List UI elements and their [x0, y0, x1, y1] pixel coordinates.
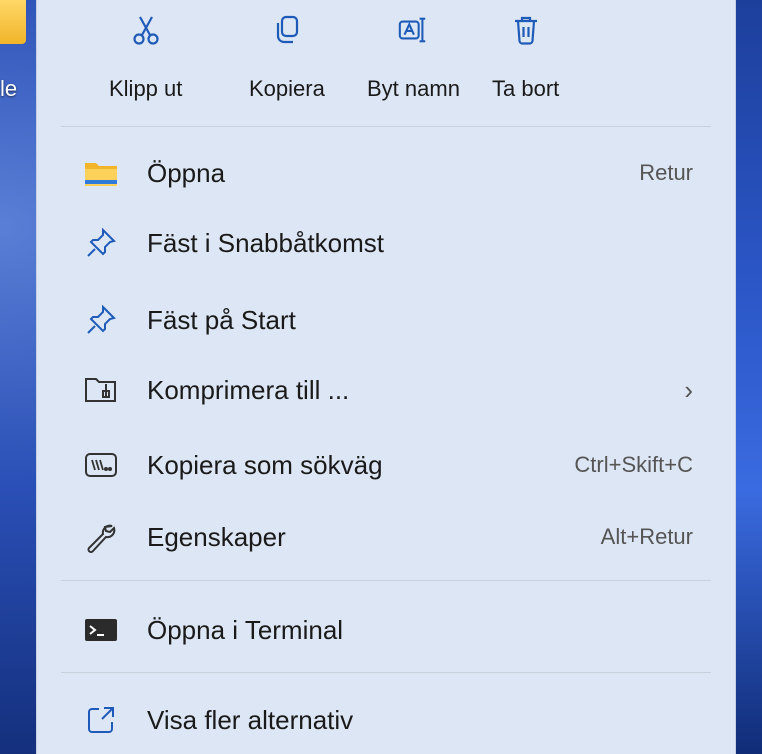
desktop-wallpaper: [736, 0, 762, 754]
divider: [61, 580, 711, 581]
copy-label: Kopiera: [249, 76, 325, 101]
chevron-right-icon: ›: [684, 374, 693, 405]
menu-item-label: Komprimera till ...: [147, 374, 350, 405]
desktop-folder-icon[interactable]: [0, 0, 26, 44]
menu-item-compress[interactable]: Komprimera till ... ›: [61, 360, 711, 420]
wrench-icon: [81, 517, 121, 557]
rename-button[interactable]: Byt namn: [367, 14, 460, 102]
copy-button[interactable]: Kopiera: [249, 14, 325, 102]
cut-label: Klipp ut: [109, 76, 183, 101]
context-menu: Klipp ut Kopiera Byt namn Ta bort Öppna …: [36, 0, 736, 754]
delete-button[interactable]: Ta bort: [492, 14, 559, 102]
menu-item-open[interactable]: Öppna Retur: [61, 143, 711, 203]
trash-icon: [510, 14, 542, 46]
cut-button[interactable]: Klipp ut: [109, 14, 182, 102]
path-icon: [81, 445, 121, 485]
delete-label: Ta bort: [492, 76, 560, 101]
menu-item-label: Fäst i Snabbåtkomst: [147, 227, 384, 258]
folder-icon: [81, 153, 121, 193]
menu-item-pin-quick-access[interactable]: Fäst i Snabbåtkomst: [61, 213, 711, 273]
divider: [61, 672, 711, 673]
menu-item-shortcut: Ctrl+Skift+C: [574, 452, 693, 477]
desktop-item-label[interactable]: le: [0, 76, 17, 102]
rename-label: Byt namn: [367, 76, 460, 101]
rename-icon: [397, 14, 429, 46]
copy-icon: [271, 14, 303, 46]
divider: [61, 126, 711, 127]
more-options-icon: [81, 700, 121, 740]
menu-item-label: Visa fler alternativ: [147, 704, 354, 735]
pin-icon: [81, 223, 121, 263]
pin-icon: [81, 300, 121, 340]
menu-item-pin-start[interactable]: Fäst på Start: [61, 290, 711, 350]
menu-item-shortcut: Retur: [639, 160, 693, 185]
menu-item-copy-path[interactable]: Kopiera som sökväg Ctrl+Skift+C: [61, 435, 711, 495]
terminal-icon: [81, 610, 121, 650]
menu-item-label: Fäst på Start: [147, 304, 296, 335]
menu-item-label: Öppna: [147, 157, 226, 188]
menu-item-show-more-options[interactable]: Visa fler alternativ: [61, 690, 711, 750]
menu-item-label: Egenskaper: [147, 521, 286, 552]
zip-folder-icon: [81, 370, 121, 410]
menu-item-properties[interactable]: Egenskaper Alt+Retur: [61, 507, 711, 567]
menu-item-open-terminal[interactable]: Öppna i Terminal: [61, 600, 711, 660]
context-menu-toolbar: Klipp ut Kopiera Byt namn Ta bort: [37, 0, 735, 126]
menu-item-shortcut: Alt+Retur: [600, 524, 693, 549]
menu-item-label: Öppna i Terminal: [147, 614, 344, 645]
scissors-icon: [130, 14, 162, 46]
menu-item-label: Kopiera som sökväg: [147, 449, 383, 480]
